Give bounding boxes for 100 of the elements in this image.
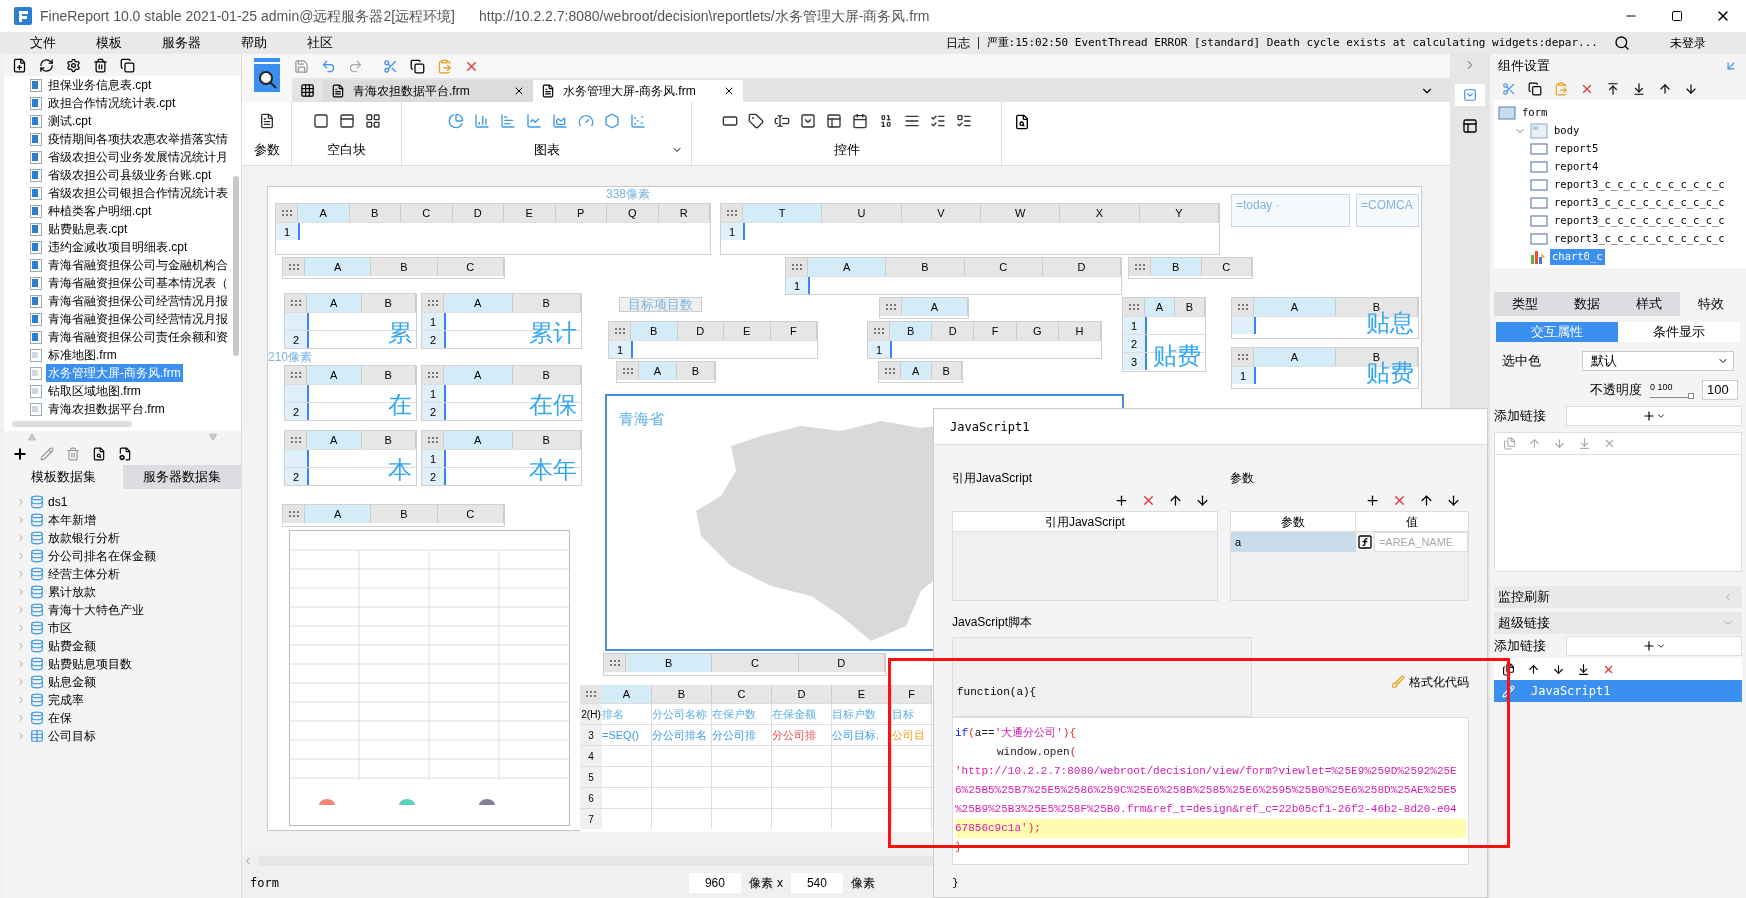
move-top-icon[interactable] (1606, 82, 1620, 96)
grid-icon[interactable] (300, 83, 315, 98)
property-tab[interactable]: 样式 (1618, 292, 1680, 316)
dataset-item[interactable]: 贴费贴息项目数 (48, 655, 132, 673)
cut-icon[interactable] (1502, 82, 1516, 96)
file-item[interactable]: 测试.cpt (46, 112, 94, 130)
move-down-icon[interactable] (1684, 82, 1698, 96)
file-item[interactable]: 钻取区域地图.frm (46, 382, 143, 400)
grid-icon[interactable] (364, 113, 381, 129)
file-item[interactable]: 标准地图.frm (46, 346, 119, 364)
file-item[interactable]: 省级农担公司业务发展情况统计月 (46, 148, 230, 166)
dataset-settings-icon[interactable] (118, 447, 132, 461)
file-item[interactable]: 疫情期间各项扶农惠农举措落实情 (46, 130, 230, 148)
dataset-item[interactable]: 本年新增 (48, 511, 96, 529)
height-field[interactable]: 540 (790, 873, 843, 893)
tree-item[interactable]: report4 (1552, 159, 1601, 175)
layout-panel-icon[interactable] (1462, 118, 1478, 134)
copy-icon[interactable] (1502, 662, 1515, 676)
code-editor[interactable] (952, 717, 1469, 865)
move-bottom-icon[interactable] (1577, 662, 1590, 676)
move-down-icon[interactable] (1446, 492, 1461, 508)
dataset-item[interactable]: 累计放款 (48, 583, 96, 601)
tree-item[interactable]: report5 (1552, 141, 1601, 157)
tree-item[interactable]: form (1520, 105, 1550, 121)
area-chart-icon[interactable] (551, 113, 568, 129)
log-button[interactable]: 日志 (945, 34, 970, 52)
tree-item[interactable]: report3_c_c_c_c_c_c_c_c_c_c (1552, 213, 1727, 229)
section-header[interactable]: 超级链接 (1494, 612, 1742, 634)
menu-item[interactable]: 模板 (96, 33, 122, 53)
document-tab[interactable]: 青海农担数据平台.frm (323, 80, 533, 102)
button-widget-icon[interactable] (721, 113, 738, 129)
file-item[interactable]: 青海农担数据平台.frm (46, 400, 167, 418)
save-icon[interactable] (294, 58, 309, 74)
dataset-item[interactable]: 青海十大特色产业 (48, 601, 144, 619)
undo-icon[interactable] (321, 58, 336, 74)
radio-list-icon[interactable] (929, 113, 946, 129)
delete-icon[interactable] (93, 57, 108, 73)
move-bottom-icon[interactable] (1632, 82, 1646, 96)
dataset-item[interactable]: 经营主体分析 (48, 565, 120, 583)
file-item[interactable]: 青海省融资担保公司与金融机构合 (46, 256, 230, 274)
calendar-icon[interactable] (851, 113, 868, 129)
add-icon[interactable] (1113, 492, 1129, 508)
login-link[interactable]: 未登录 (1670, 34, 1706, 52)
text-area-icon[interactable] (903, 113, 920, 129)
file-item[interactable]: 青海省融资担保公司经营情况月报 (46, 292, 230, 310)
file-item[interactable]: 种植类客户明细.cpt (46, 202, 154, 220)
paste-icon[interactable] (437, 58, 452, 74)
file-item[interactable]: 担保业务信息表.cpt (46, 76, 154, 94)
menu-item[interactable]: 社区 (307, 33, 333, 53)
move-up-icon[interactable] (1527, 662, 1540, 676)
redo-icon[interactable] (348, 58, 363, 74)
property-tab[interactable]: 类型 (1494, 292, 1556, 316)
scatter-chart-icon[interactable] (629, 113, 646, 129)
move-up-icon[interactable] (1167, 492, 1183, 508)
dataset-item[interactable]: 贴息金额 (48, 673, 96, 691)
parameter-icon[interactable] (258, 113, 275, 129)
preview-icon[interactable] (92, 447, 106, 461)
move-down-icon[interactable] (1552, 662, 1565, 676)
file-item[interactable]: 青海省融资担保公司责任余额和资 (46, 328, 230, 346)
settings-icon[interactable] (66, 57, 81, 73)
file-item[interactable]: 青海省融资担保公司基本情况表（ (46, 274, 230, 292)
section-header[interactable]: 监控刷新 (1494, 586, 1742, 608)
tree-item[interactable]: report3_c_c_c_c_c_c_c_c_c_c (1552, 231, 1727, 247)
move-up-icon[interactable] (1658, 82, 1672, 96)
refresh-icon[interactable] (39, 57, 54, 73)
dataset-item[interactable]: 分公司排名在保金额 (48, 547, 156, 565)
paste-icon[interactable] (1554, 82, 1568, 96)
cut-icon[interactable] (383, 58, 398, 74)
column-chart-icon[interactable] (473, 113, 490, 129)
gauge-icon[interactable] (577, 113, 594, 129)
copy-icon[interactable] (1528, 82, 1542, 96)
move-up-icon[interactable] (1419, 492, 1434, 508)
tree-item[interactable]: report3_c_c_c_c_c_c_c_c_c_c (1552, 195, 1727, 211)
tree-item[interactable]: body (1552, 123, 1582, 139)
move-down-icon[interactable] (1194, 492, 1210, 508)
dataset-item[interactable]: 贴费金额 (48, 637, 96, 655)
dataset-item[interactable]: 放款银行分析 (48, 529, 120, 547)
tree-item[interactable]: report3_c_c_c_c_c_c_c_c_c_c (1552, 177, 1727, 193)
file-item[interactable]: 贴费贴息表.cpt (46, 220, 130, 238)
dataset-item[interactable]: 公司目标 (48, 727, 96, 745)
component-panel-button[interactable] (1455, 84, 1485, 106)
label-widget-icon[interactable] (747, 113, 764, 129)
slider-thumb[interactable] (1688, 393, 1694, 399)
copy-icon[interactable] (120, 57, 135, 73)
file-item[interactable]: 违约金减收项目明细表.cpt (46, 238, 190, 256)
add-icon[interactable] (1365, 492, 1380, 508)
menu-item[interactable]: 文件 (30, 33, 56, 53)
search-icon[interactable] (1614, 35, 1630, 51)
width-field[interactable]: 960 (688, 873, 741, 893)
scrollbar[interactable] (12, 421, 132, 427)
block-icon[interactable] (312, 113, 329, 129)
color-select[interactable]: 默认 (1582, 351, 1734, 371)
dropdown-widget-icon[interactable] (799, 113, 816, 129)
dataset-item[interactable]: 市区 (48, 619, 72, 637)
checkbox-list-icon[interactable] (955, 113, 972, 129)
dataset-tab[interactable]: 服务器数据集 (122, 465, 241, 489)
formula-icon[interactable] (1356, 534, 1373, 550)
hexagon-icon[interactable] (603, 113, 620, 129)
file-item[interactable]: 省级农担公司银担合作情况统计表 (46, 184, 230, 202)
dataset-item[interactable]: ds1 (48, 493, 68, 511)
